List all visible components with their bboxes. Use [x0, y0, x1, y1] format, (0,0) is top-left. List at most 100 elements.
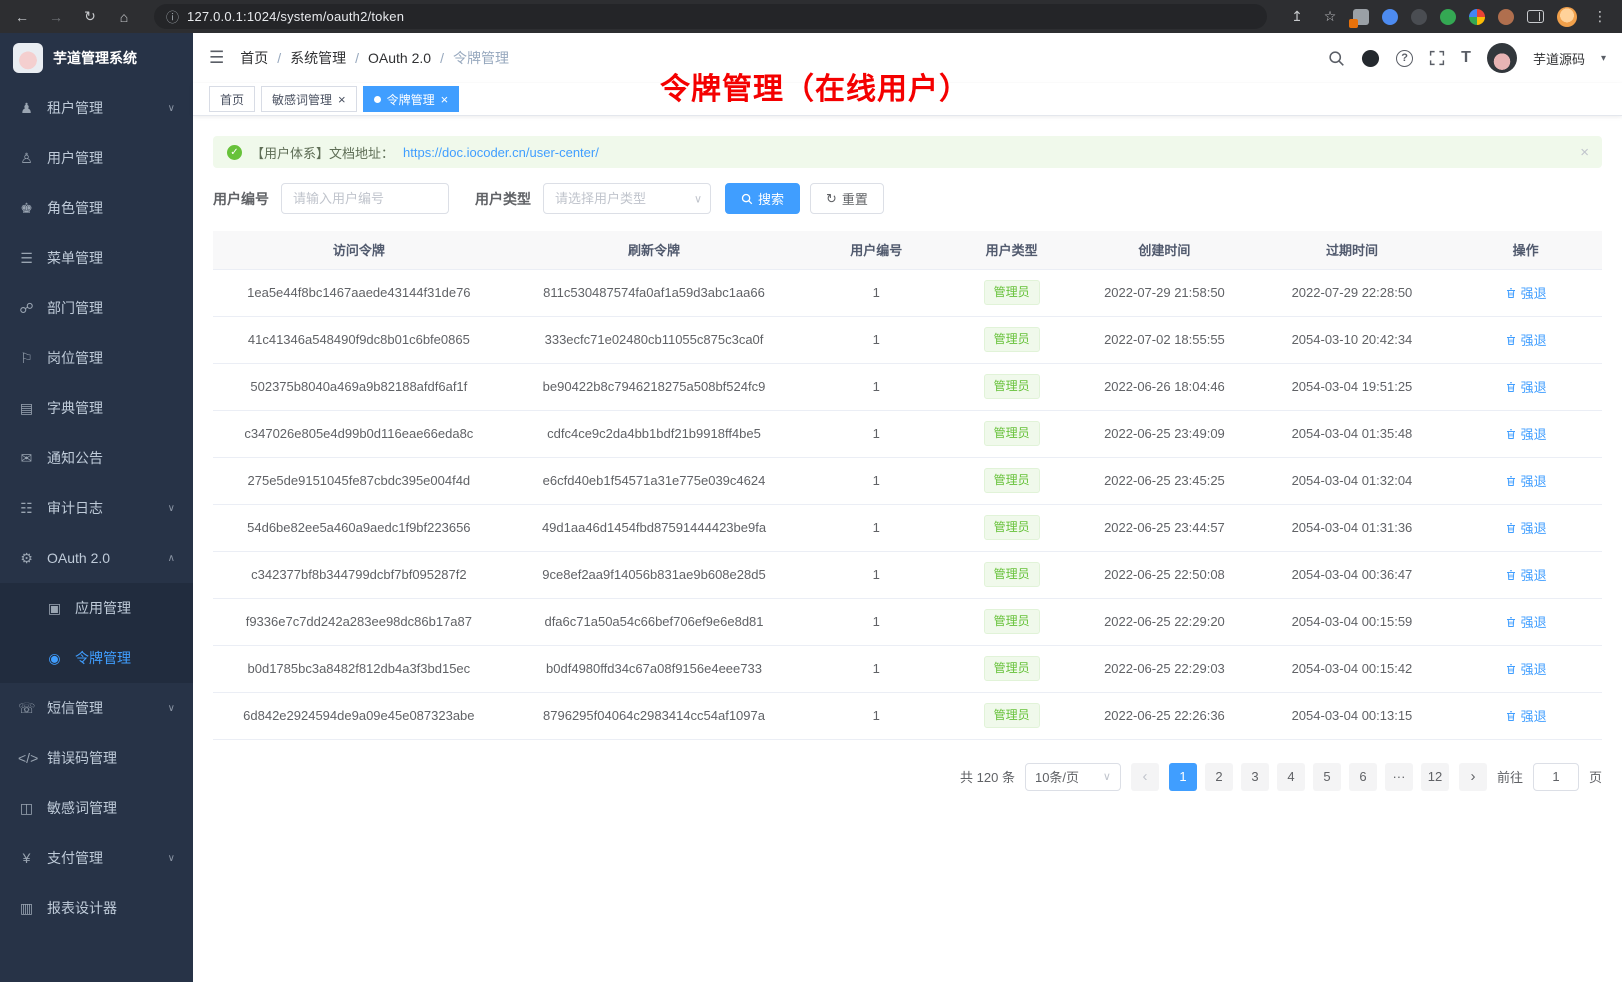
page-button-active[interactable]: 1	[1169, 763, 1197, 791]
extension-green-icon[interactable]	[1440, 9, 1456, 25]
tab-home[interactable]: 首页	[209, 86, 255, 112]
page-size-select[interactable]: 10条/页 ∨	[1025, 763, 1121, 791]
user-type-select-input[interactable]	[543, 183, 711, 214]
force-logout-button[interactable]: 强退	[1505, 565, 1547, 584]
user-icon: ♙	[18, 150, 35, 167]
page-button[interactable]: 5	[1313, 763, 1341, 791]
expire-time-cell: 2054-03-04 00:15:42	[1255, 645, 1449, 692]
caret-down-icon[interactable]: ▾	[1601, 53, 1606, 64]
github-icon[interactable]	[1361, 49, 1380, 68]
access-token-cell: f9336e7c7dd242a283ee98dc86b17a87	[213, 598, 505, 645]
help-icon[interactable]: ?	[1396, 50, 1413, 67]
sidebar-item-token[interactable]: ◉ 令牌管理	[0, 633, 193, 683]
fullscreen-icon[interactable]	[1429, 50, 1445, 66]
force-logout-button[interactable]: 强退	[1505, 706, 1547, 725]
sidebar-item-tenant[interactable]: ♟ 租户管理 ∨	[0, 83, 193, 133]
sidebar-item-sensitive[interactable]: ◫ 敏感词管理	[0, 783, 193, 833]
page-ellipsis-button[interactable]: ···	[1385, 763, 1413, 791]
page-button[interactable]: 6	[1349, 763, 1377, 791]
user-type-select[interactable]: ∨	[543, 183, 711, 214]
force-logout-button[interactable]: 强退	[1505, 377, 1547, 396]
force-logout-button[interactable]: 强退	[1505, 471, 1547, 490]
tab-token[interactable]: 令牌管理 ×	[363, 86, 460, 112]
sidebar-item-report[interactable]: ▥ 报表设计器	[0, 883, 193, 933]
breadcrumb-item[interactable]: OAuth 2.0 /	[368, 50, 453, 66]
reset-button[interactable]: ↻ 重置	[810, 183, 884, 214]
logo-image	[13, 43, 43, 73]
browser-profile-avatar[interactable]	[1557, 7, 1577, 27]
page-button[interactable]: 4	[1277, 763, 1305, 791]
extension-blue-icon[interactable]	[1382, 9, 1398, 25]
chevron-icon: ∨	[168, 103, 175, 114]
url-bar[interactable]: ⓘ 127.0.0.1:1024/system/oauth2/token	[154, 4, 1267, 29]
breadcrumb-item[interactable]: 首页 /	[240, 48, 290, 68]
site-info-icon[interactable]: ⓘ	[166, 7, 179, 26]
search-icon	[741, 193, 753, 205]
sidebar-item-label: 角色管理	[47, 198, 175, 218]
pay-icon: ¥	[18, 850, 35, 866]
tab-close-icon[interactable]: ×	[441, 93, 449, 106]
chevron-icon: ∧	[168, 553, 175, 564]
force-logout-button[interactable]: 强退	[1505, 424, 1547, 443]
tab-sensitive[interactable]: 敏感词管理 ×	[261, 86, 357, 112]
user-id-input[interactable]	[281, 183, 449, 214]
annotation-text: 令牌管理（在线用户）	[660, 64, 970, 108]
access-token-cell: c342377bf8b344799dcbf7bf095287f2	[213, 551, 505, 598]
force-logout-button[interactable]: 强退	[1505, 518, 1547, 537]
refresh-token-cell: be90422b8c7946218275a508bf524fc9	[505, 363, 804, 410]
prev-page-button[interactable]: ‹	[1131, 763, 1159, 791]
reload-icon[interactable]: ↻	[80, 8, 100, 25]
share-icon[interactable]: ↥	[1287, 8, 1307, 25]
extension-grid-icon[interactable]	[1353, 9, 1369, 25]
force-logout-button[interactable]: 强退	[1505, 283, 1547, 302]
force-logout-button[interactable]: 强退	[1505, 330, 1547, 349]
force-logout-button[interactable]: 强退	[1505, 659, 1547, 678]
sidebar-item-pay[interactable]: ¥ 支付管理 ∨	[0, 833, 193, 883]
sidebar-item-errcode[interactable]: </> 错误码管理	[0, 733, 193, 783]
tab-label: 敏感词管理	[272, 91, 332, 108]
page-button[interactable]: 2	[1205, 763, 1233, 791]
main-area: ☰ 首页 / 系统管理 / OAuth 2.0 / 令牌管理 ? T 芋道源码 …	[193, 33, 1622, 982]
goto-page-input[interactable]	[1533, 763, 1579, 791]
sidebar-item-audit[interactable]: ☷ 审计日志 ∨	[0, 483, 193, 533]
sidebar-item-sms[interactable]: ☏ 短信管理 ∨	[0, 683, 193, 733]
font-size-icon[interactable]: T	[1461, 49, 1471, 67]
sidebar-item-user[interactable]: ♙ 用户管理	[0, 133, 193, 183]
user-avatar[interactable]	[1487, 43, 1517, 73]
bookmark-star-icon[interactable]: ☆	[1320, 8, 1340, 25]
notice-icon: ✉	[18, 450, 35, 467]
refresh-token-cell: 8796295f04064c2983414cc54af1097a	[505, 692, 804, 739]
search-button[interactable]: 搜索	[725, 183, 800, 214]
sidebar-item-post[interactable]: ⚐ 岗位管理	[0, 333, 193, 383]
sidebar-item-notice[interactable]: ✉ 通知公告	[0, 433, 193, 483]
created-time-cell: 2022-06-25 23:49:09	[1074, 410, 1255, 457]
sidebar-item-dict[interactable]: ▤ 字典管理	[0, 383, 193, 433]
sidebar-item-app[interactable]: ▣ 应用管理	[0, 583, 193, 633]
tab-close-icon[interactable]: ×	[338, 93, 346, 106]
alert-close-icon[interactable]: ×	[1580, 144, 1589, 161]
sidebar-item-oauth2[interactable]: ⚙ OAuth 2.0 ∧	[0, 533, 193, 583]
sidebar-item-role[interactable]: ♚ 角色管理	[0, 183, 193, 233]
extension-dark-icon[interactable]	[1411, 9, 1427, 25]
search-icon[interactable]	[1328, 50, 1345, 67]
sidebar-item-dept[interactable]: ☍ 部门管理	[0, 283, 193, 333]
doc-link[interactable]: https://doc.iocoder.cn/user-center/	[403, 145, 599, 160]
forward-icon[interactable]: →	[46, 9, 66, 25]
extension-puzzle-icon[interactable]	[1469, 9, 1485, 25]
sidebar-item-menu[interactable]: ☰ 菜单管理	[0, 233, 193, 283]
created-time-cell: 2022-06-25 23:45:25	[1074, 457, 1255, 504]
back-icon[interactable]: ←	[12, 9, 32, 25]
expire-time-cell: 2054-03-04 01:31:36	[1255, 504, 1449, 551]
page-button[interactable]: 3	[1241, 763, 1269, 791]
force-logout-button[interactable]: 强退	[1505, 612, 1547, 631]
home-icon[interactable]: ⌂	[114, 9, 134, 25]
split-view-icon[interactable]	[1527, 10, 1544, 23]
extension-brown-icon[interactable]	[1498, 9, 1514, 25]
browser-menu-icon[interactable]: ⋮	[1590, 8, 1610, 25]
breadcrumb-item[interactable]: 系统管理 /	[290, 48, 368, 68]
next-page-button[interactable]: ›	[1459, 763, 1487, 791]
column-header: 用户类型	[949, 231, 1074, 269]
sidebar-fold-icon[interactable]: ☰	[209, 48, 224, 68]
column-header: 过期时间	[1255, 231, 1449, 269]
page-button[interactable]: 12	[1421, 763, 1449, 791]
